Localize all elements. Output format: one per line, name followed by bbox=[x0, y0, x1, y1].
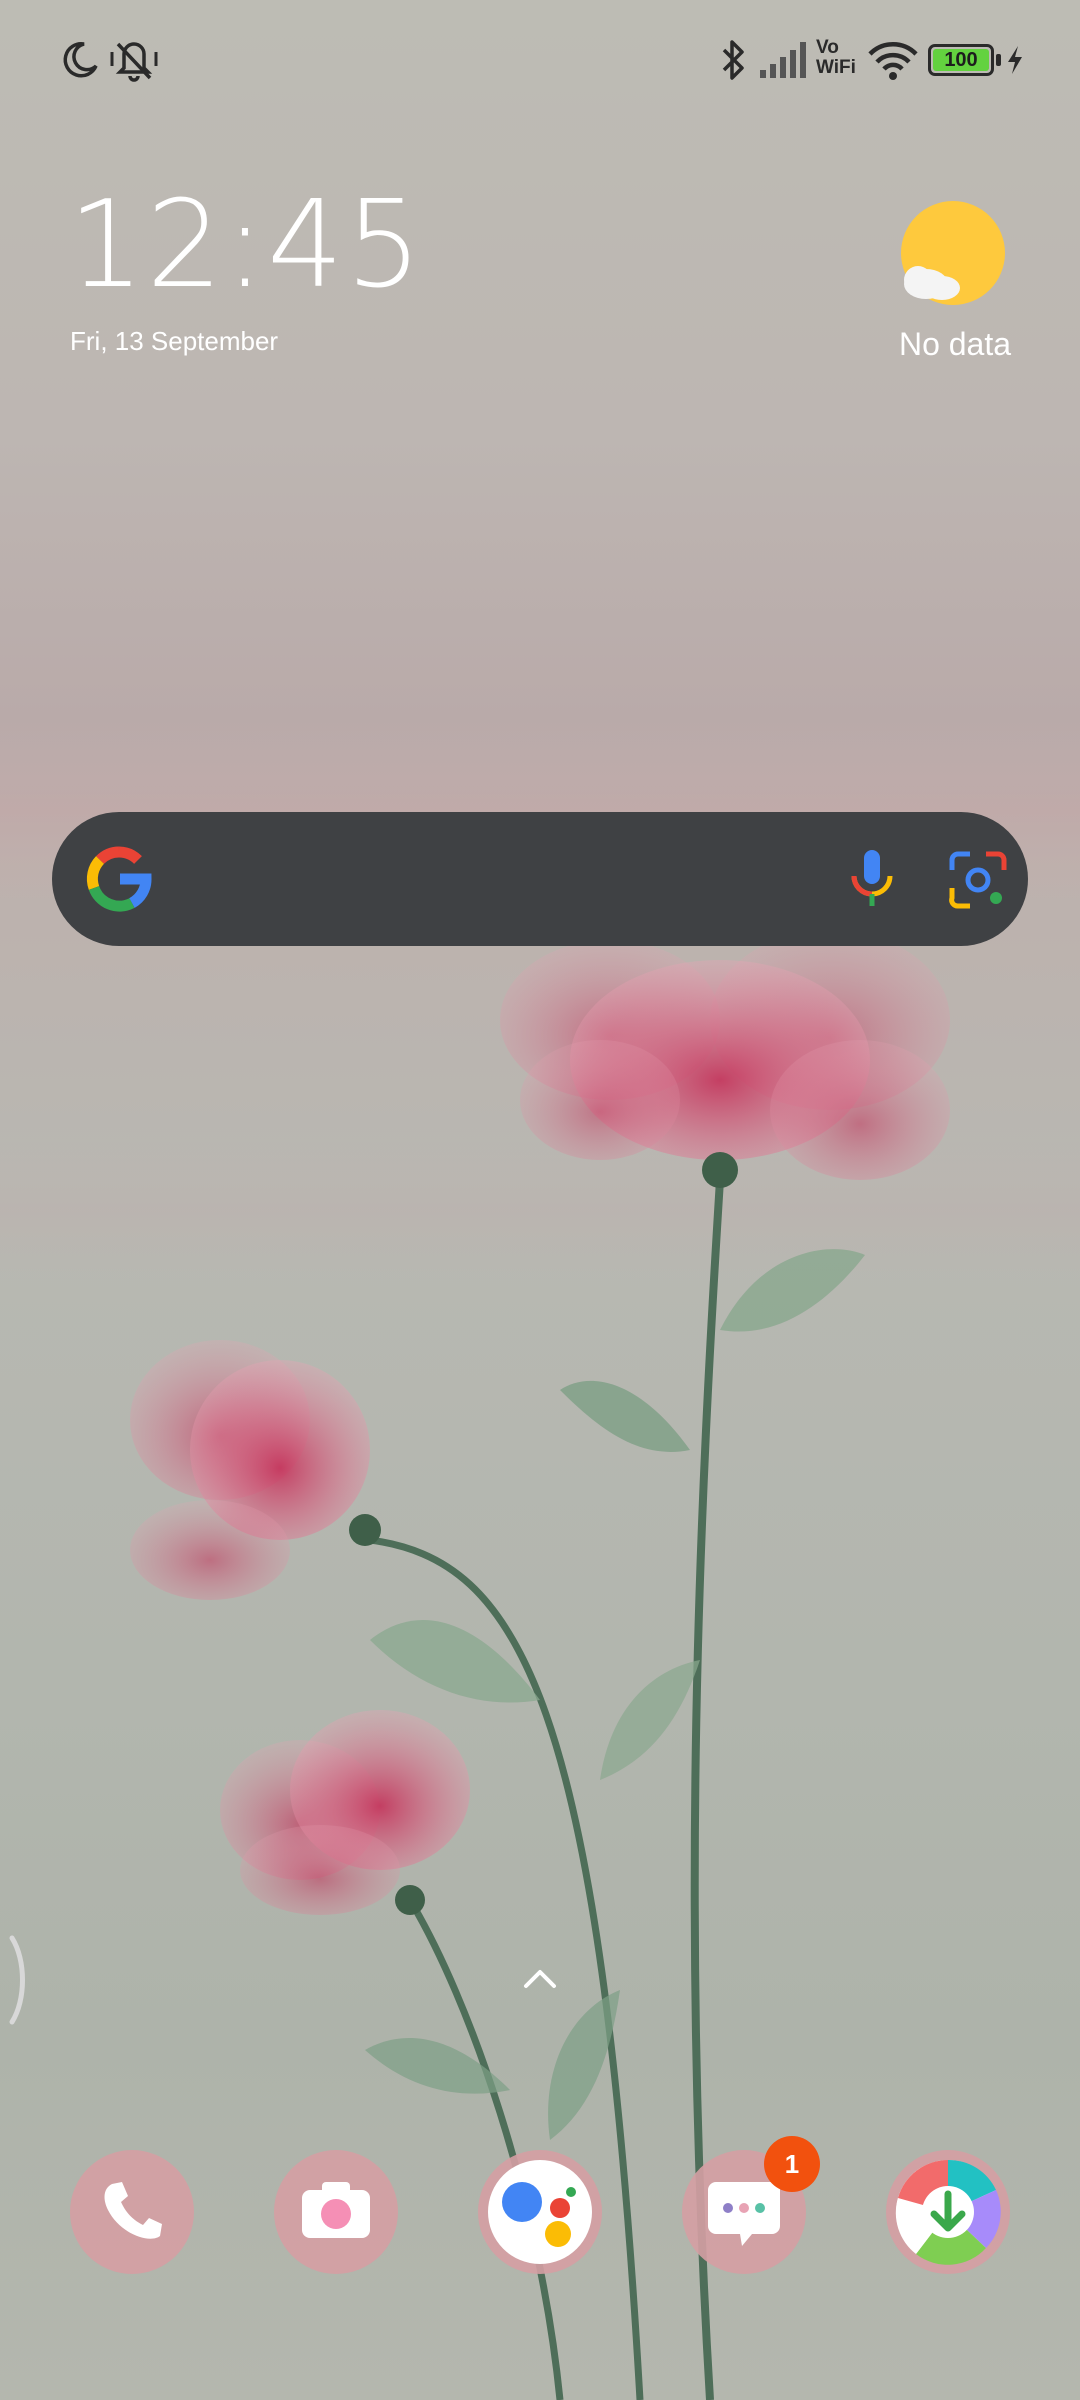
dock-app-assistant[interactable] bbox=[478, 2150, 602, 2274]
edge-handle[interactable] bbox=[6, 1930, 30, 2030]
battery-level: 100 bbox=[944, 49, 978, 71]
status-bar: Vo WiFi 100 bbox=[0, 0, 1080, 120]
assistant-icon bbox=[478, 2150, 602, 2274]
clock-time[interactable]: 12:45 bbox=[68, 186, 424, 306]
dock-app-phone[interactable] bbox=[70, 2150, 194, 2274]
camera-icon bbox=[274, 2150, 398, 2274]
wifi-icon bbox=[868, 42, 918, 80]
messages-badge: 1 bbox=[764, 2136, 820, 2192]
vowifi-top-label: Vo bbox=[816, 37, 839, 58]
sun-cloud-icon[interactable] bbox=[896, 198, 1006, 308]
google-g-icon bbox=[86, 846, 152, 912]
vowifi-bottom-label: WiFi bbox=[816, 57, 856, 78]
signal-icon bbox=[760, 42, 806, 78]
vibrate-off-icon bbox=[110, 42, 158, 82]
google-search-bar[interactable] bbox=[52, 812, 1028, 946]
phone-icon bbox=[70, 2150, 194, 2274]
store-download-icon bbox=[886, 2150, 1010, 2274]
vowifi-indicator: Vo WiFi bbox=[816, 38, 862, 78]
weather-status[interactable]: No data bbox=[890, 326, 1020, 363]
dock-app-get-apps[interactable] bbox=[886, 2150, 1010, 2274]
dock-app-camera[interactable] bbox=[274, 2150, 398, 2274]
chevron-up-icon[interactable] bbox=[520, 1958, 560, 1998]
lens-camera-icon[interactable] bbox=[938, 840, 1018, 920]
charging-icon bbox=[1008, 46, 1022, 74]
bluetooth-icon bbox=[722, 40, 744, 80]
battery-icon: 100 bbox=[928, 44, 994, 76]
microphone-icon[interactable] bbox=[832, 840, 912, 920]
moon-icon bbox=[63, 42, 98, 78]
clock-date[interactable]: Fri, 13 September bbox=[70, 326, 278, 357]
